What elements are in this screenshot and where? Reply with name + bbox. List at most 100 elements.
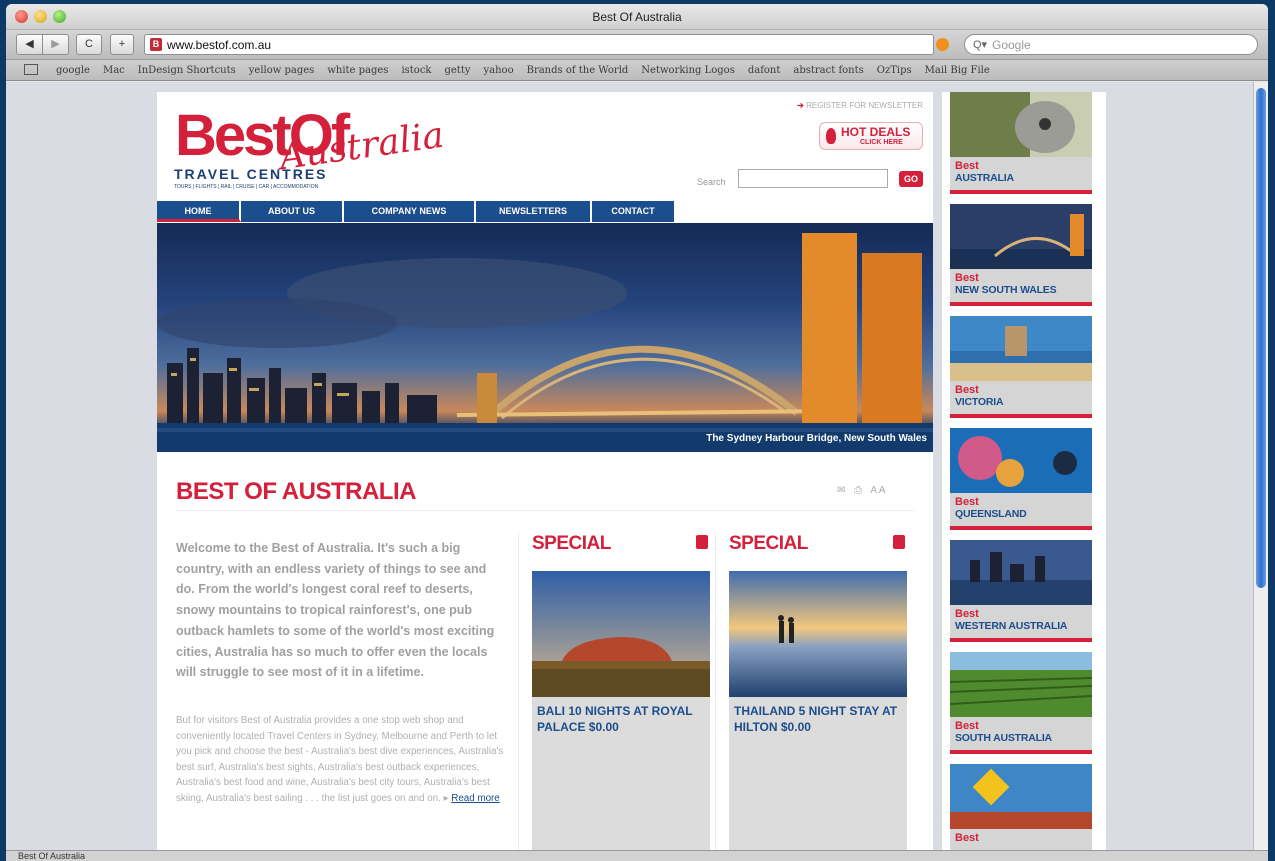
region-south-australia[interactable]: Best SOUTH AUSTRALIA bbox=[950, 652, 1092, 754]
special-card-bali[interactable]: SPECIAL BALI 10 NIGHTS AT ROYAL PALACE $… bbox=[532, 533, 710, 850]
koala-image bbox=[950, 92, 1092, 157]
bookmark-item[interactable]: dafont bbox=[748, 65, 781, 76]
logo-travel-centres: TRAVEL CENTRES bbox=[174, 166, 328, 182]
nav-company-news[interactable]: COMPANY NEWS bbox=[344, 201, 476, 222]
region-northern-territory[interactable]: Best bbox=[950, 764, 1092, 850]
hero-caption: The Sydney Harbour Bridge, New South Wal… bbox=[706, 433, 927, 444]
hero-banner: The Sydney Harbour Bridge, New South Wal… bbox=[157, 223, 933, 452]
bookmark-item[interactable]: getty bbox=[444, 65, 470, 76]
bookmark-item[interactable]: google bbox=[56, 65, 90, 76]
region-best-label: Best bbox=[955, 720, 979, 732]
region-western-australia[interactable]: Best WESTERN AUSTRALIA bbox=[950, 540, 1092, 642]
site-logo[interactable]: BestOf Australia TRAVEL CENTRES TOURS | … bbox=[171, 103, 446, 204]
bus-icon bbox=[696, 535, 708, 549]
hot-deals-sublabel: CLICK HERE bbox=[860, 139, 903, 146]
back-button[interactable]: ◀ bbox=[16, 34, 43, 55]
browser-toolbar: ◀ ▶ C + B www.bestof.com.au Q▾ Google bbox=[6, 30, 1268, 60]
site-search-label: Search bbox=[697, 177, 726, 187]
vertical-scrollbar[interactable] bbox=[1253, 82, 1268, 850]
region-victoria[interactable]: Best VICTORIA bbox=[950, 316, 1092, 418]
bookmarks-bar: google Mac InDesign Shortcuts yellow pages w… bbox=[6, 60, 1268, 81]
region-best-label: Best bbox=[955, 496, 979, 508]
text-size-control[interactable]: A A bbox=[870, 485, 885, 496]
bookmark-item[interactable]: Brands of the World bbox=[527, 65, 629, 76]
welcome-paragraph: Welcome to the Best of Australia. It's s… bbox=[176, 541, 495, 680]
special-card-thailand[interactable]: SPECIAL THAILAND 5 NIGHT STAY AT HILTON … bbox=[729, 533, 907, 850]
region-name: VICTORIA bbox=[955, 396, 1004, 408]
title-divider bbox=[176, 510, 914, 511]
page-title: BEST OF AUSTRALIA bbox=[176, 478, 416, 505]
bookmark-item[interactable]: yellow pages bbox=[249, 65, 315, 76]
logo-services: TOURS | FLIGHTS | RAIL | CRUISE | CAR | … bbox=[174, 184, 319, 190]
special-caption[interactable]: BALI 10 NIGHTS AT ROYAL PALACE $0.00 bbox=[537, 703, 707, 735]
beach-sunset-image bbox=[729, 571, 907, 697]
bookmark-item[interactable]: yahoo bbox=[484, 65, 514, 76]
print-page-icon[interactable]: ⎙ bbox=[854, 485, 862, 496]
region-name: SOUTH AUSTRALIA bbox=[955, 732, 1052, 744]
bookmarks-book-icon[interactable] bbox=[24, 64, 38, 75]
region-new-south-wales[interactable]: Best NEW SOUTH WALES bbox=[950, 204, 1092, 306]
read-more-link[interactable]: Read more bbox=[451, 793, 499, 804]
bookmark-item[interactable]: Mac bbox=[103, 65, 125, 76]
rss-icon[interactable] bbox=[936, 38, 949, 51]
harbour-bridge-thumb-image bbox=[950, 204, 1092, 269]
register-label: REGISTER FOR NEWSLETTER bbox=[806, 101, 923, 110]
special-caption[interactable]: THAILAND 5 NIGHT STAY AT HILTON $0.00 bbox=[734, 703, 904, 735]
region-name: WESTERN AUSTRALIA bbox=[955, 620, 1068, 632]
region-best-label: Best bbox=[955, 272, 979, 284]
uluru-image bbox=[532, 571, 710, 697]
flame-icon bbox=[826, 128, 836, 144]
address-bar[interactable]: B www.bestof.com.au bbox=[144, 34, 934, 55]
region-australia[interactable]: Best AUSTRALIA bbox=[950, 92, 1092, 194]
page-content: BestOf Australia TRAVEL CENTRES TOURS | … bbox=[157, 92, 933, 850]
page-tools: ✉ ⎙ A A bbox=[837, 485, 891, 496]
bookmark-item[interactable]: abstract fonts bbox=[793, 65, 863, 76]
go-button[interactable]: GO bbox=[899, 171, 923, 187]
twelve-apostles-image bbox=[950, 316, 1092, 381]
perth-skyline-image bbox=[950, 540, 1092, 605]
region-name: QUEENSLAND bbox=[955, 508, 1027, 520]
add-bookmark-button[interactable]: + bbox=[110, 34, 134, 55]
bookmark-item[interactable]: istock bbox=[401, 65, 431, 76]
region-best-label: Best bbox=[955, 608, 979, 620]
special-heading: SPECIAL bbox=[532, 533, 611, 554]
nav-newsletters[interactable]: NEWSLETTERS bbox=[476, 201, 592, 222]
register-newsletter-link[interactable]: ➔ REGISTER FOR NEWSLETTER bbox=[797, 101, 923, 110]
browser-window: Best Of Australia ◀ ▶ C + B www.bestof.c… bbox=[6, 4, 1268, 861]
region-name: NEW SOUTH WALES bbox=[955, 284, 1057, 296]
bookmark-item[interactable]: InDesign Shortcuts bbox=[138, 65, 236, 76]
search-icon: Q▾ bbox=[973, 39, 988, 51]
bookmark-item[interactable]: OzTips bbox=[877, 65, 912, 76]
intro-text: But for visitors Best of Australia provi… bbox=[176, 715, 504, 804]
status-bar: Best Of Australia bbox=[6, 850, 1268, 861]
intro-paragraph: But for visitors Best of Australia provi… bbox=[176, 713, 506, 806]
bookmark-item[interactable]: Networking Logos bbox=[641, 65, 735, 76]
page-viewport: BestOf Australia TRAVEL CENTRES TOURS | … bbox=[6, 82, 1253, 850]
region-queensland[interactable]: Best QUEENSLAND bbox=[950, 428, 1092, 530]
region-sidebar: Best AUSTRALIA Best NEW SOUTH WALES Best… bbox=[942, 92, 1106, 850]
hot-deals-button[interactable]: HOT DEALS CLICK HERE bbox=[819, 122, 923, 150]
reload-button[interactable]: C bbox=[76, 34, 102, 55]
window-title: Best Of Australia bbox=[592, 10, 682, 24]
bookmark-item[interactable]: white pages bbox=[327, 65, 388, 76]
nav-contact[interactable]: CONTACT bbox=[592, 201, 676, 222]
region-best-label: Best bbox=[955, 160, 979, 172]
bookmark-item[interactable]: Mail Big File bbox=[925, 65, 990, 76]
title-bar: Best Of Australia bbox=[6, 4, 1268, 30]
special-heading: SPECIAL bbox=[729, 533, 808, 554]
region-best-label: Best bbox=[955, 832, 979, 844]
address-text[interactable]: www.bestof.com.au bbox=[167, 38, 271, 52]
nav-home[interactable]: HOME bbox=[157, 201, 241, 222]
hot-deals-label: HOT DEALS bbox=[841, 125, 911, 139]
search-field[interactable]: Q▾ Google bbox=[964, 34, 1258, 55]
email-page-icon[interactable]: ✉ bbox=[837, 485, 845, 496]
nav-about-us[interactable]: ABOUT US bbox=[241, 201, 344, 222]
site-favicon-icon: B bbox=[150, 38, 162, 51]
column-divider bbox=[715, 532, 716, 850]
scrollbar-thumb[interactable] bbox=[1256, 88, 1266, 588]
site-search-input[interactable] bbox=[738, 169, 888, 188]
search-placeholder: Google bbox=[992, 38, 1031, 52]
region-best-label: Best bbox=[955, 384, 979, 396]
harbour-bridge-image bbox=[157, 233, 933, 452]
forward-button[interactable]: ▶ bbox=[42, 34, 69, 55]
